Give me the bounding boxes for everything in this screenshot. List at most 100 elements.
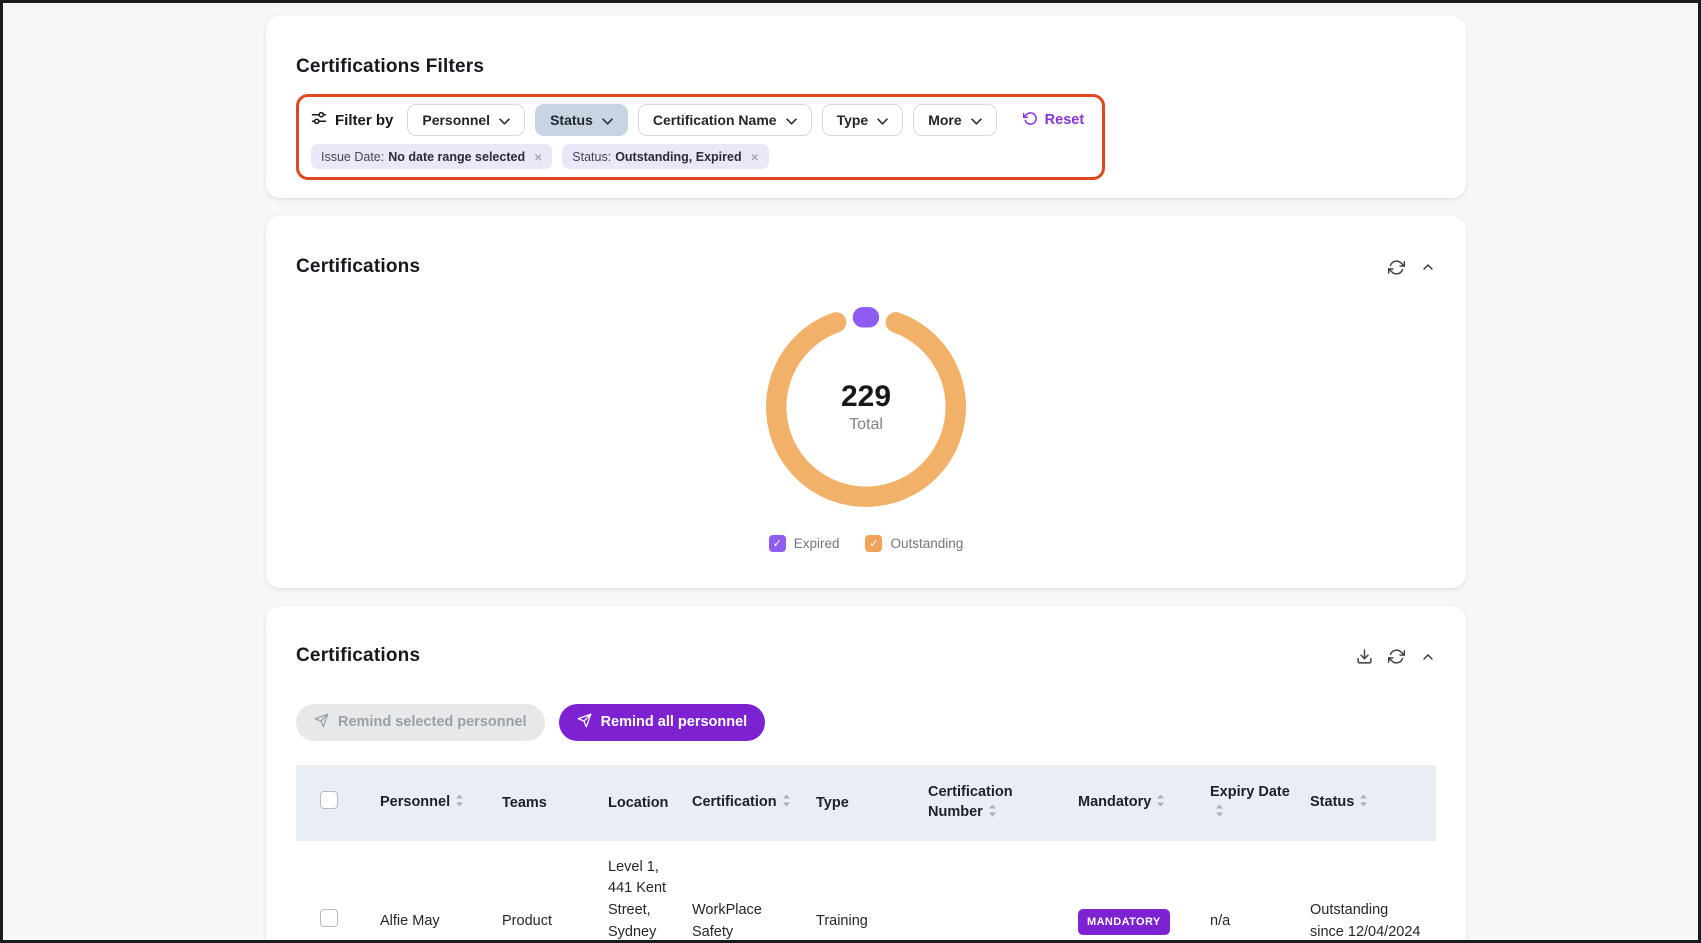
checkbox-checked-icon[interactable]: ✓ [769,535,786,552]
chip-label: Status: [572,150,611,164]
filters-card: Certifications Filters Filter by Personn… [266,16,1466,198]
column-header-type: Type [806,765,918,841]
more-filters-dropdown[interactable]: More [913,104,996,136]
app-viewport: Certifications Filters Filter by Personn… [0,0,1701,943]
dropdown-label: Status [550,112,593,128]
column-header-certification-number[interactable]: Certification Number [918,765,1068,841]
active-filter-chips: Issue Date: No date range selected × Sta… [311,144,1090,169]
filter-bar: Filter by Personnel Status Certification… [311,104,1090,136]
type-filter-dropdown[interactable]: Type [822,104,904,136]
cell-status: Outstanding since 12/04/2024 [1300,841,1436,943]
column-label: Teams [502,795,547,811]
certifications-table-card: Certifications [266,606,1466,943]
chart-card-actions [1388,259,1436,276]
sort-icon[interactable] [988,803,997,823]
certification-name-filter-dropdown[interactable]: Certification Name [638,104,812,136]
select-all-checkbox[interactable] [320,791,338,809]
remind-selected-button[interactable]: Remind selected personnel [296,704,545,741]
donut-total-value: 229 [841,380,891,414]
column-header-location: Location [598,765,682,841]
reset-icon [1023,111,1038,130]
send-icon [577,713,592,732]
cell-certification-number [918,841,1068,943]
close-icon[interactable]: × [534,150,542,164]
status-filter-chip: Status: Outstanding, Expired × [562,144,769,169]
filter-by-group: Filter by [311,110,393,130]
chevron-down-icon [971,112,982,128]
cell-select [296,841,370,943]
cell-location: Level 1, 441 Kent Street, Sydney NSW 200… [598,841,682,943]
sort-icon[interactable] [1359,793,1368,813]
legend-item-outstanding[interactable]: ✓ Outstanding [865,535,963,552]
sort-icon[interactable] [455,793,464,813]
donut-total-label: Total [849,416,883,434]
legend-label: Expired [794,536,840,551]
sort-icon[interactable] [1215,803,1224,823]
column-label: Certification Number [928,784,1013,820]
refresh-icon[interactable] [1388,648,1405,665]
column-label: Location [608,795,668,811]
button-label: Remind all personnel [601,714,748,730]
chip-label: Issue Date: [321,150,384,164]
close-icon[interactable]: × [751,150,759,164]
reset-filters-button[interactable]: Reset [1017,110,1091,131]
remind-all-button[interactable]: Remind all personnel [559,704,766,741]
sliders-icon [311,110,327,130]
cell-expiry-date: n/a [1200,841,1300,943]
status-filter-dropdown[interactable]: Status [535,104,628,136]
chevron-down-icon [877,112,888,128]
dropdown-label: More [928,112,961,128]
column-header-personnel[interactable]: Personnel [370,765,492,841]
checkbox-checked-icon[interactable]: ✓ [865,535,882,552]
issue-date-filter-chip: Issue Date: No date range selected × [311,144,552,169]
column-header-teams: Teams [492,765,598,841]
remind-actions: Remind selected personnel Remind all per… [296,704,1436,741]
cell-mandatory: MANDATORY [1068,841,1200,943]
chip-value: Outstanding, Expired [615,150,741,164]
chevron-up-icon[interactable] [1420,259,1436,275]
table-card-actions [1356,648,1436,665]
select-all-header [296,765,370,841]
column-label: Mandatory [1078,794,1151,810]
dropdown-label: Certification Name [653,112,777,128]
chip-value: No date range selected [388,150,525,164]
filters-card-title: Certifications Filters [296,56,1436,79]
column-label: Type [816,795,849,811]
certifications-donut-chart: 229 Total [764,305,968,509]
personnel-filter-dropdown[interactable]: Personnel [407,104,525,136]
chart-card-header: Certifications [296,240,1436,294]
legend-item-expired[interactable]: ✓ Expired [769,535,840,552]
column-header-expiry-date[interactable]: Expiry Date [1200,765,1300,841]
certifications-table: Personnel Teams Location Certification T… [296,765,1436,943]
refresh-icon[interactable] [1388,259,1405,276]
sort-icon[interactable] [1156,793,1165,813]
cell-type: Training [806,841,918,943]
cell-personnel: Alfie May [370,841,492,943]
chevron-up-icon[interactable] [1420,649,1436,665]
table-card-title: Certifications [296,645,420,668]
certifications-chart-card: Certifications 229 Total [266,216,1466,587]
sort-icon[interactable] [782,793,791,813]
mandatory-badge: MANDATORY [1078,909,1170,936]
row-checkbox[interactable] [320,909,338,927]
chevron-down-icon [602,112,613,128]
chevron-down-icon [786,112,797,128]
column-header-mandatory[interactable]: Mandatory [1068,765,1200,841]
table-card-header: Certifications [296,630,1436,684]
reset-label: Reset [1045,112,1085,128]
table-row: Alfie May Product Level 1, 441 Kent Stre… [296,841,1436,943]
chart-legend: ✓ Expired ✓ Outstanding [296,535,1436,552]
chevron-down-icon [499,112,510,128]
donut-center: 229 Total [764,305,968,509]
dropdown-label: Personnel [422,112,490,128]
table-header-row: Personnel Teams Location Certification T… [296,765,1436,841]
dropdown-label: Type [837,112,869,128]
column-label: Status [1310,794,1354,810]
column-header-status[interactable]: Status [1300,765,1436,841]
column-label: Expiry Date [1210,784,1290,800]
download-icon[interactable] [1356,648,1373,665]
column-header-certification[interactable]: Certification [682,765,806,841]
cell-certification: WorkPlace Safety [682,841,806,943]
filter-by-label: Filter by [335,112,393,129]
cell-teams: Product [492,841,598,943]
